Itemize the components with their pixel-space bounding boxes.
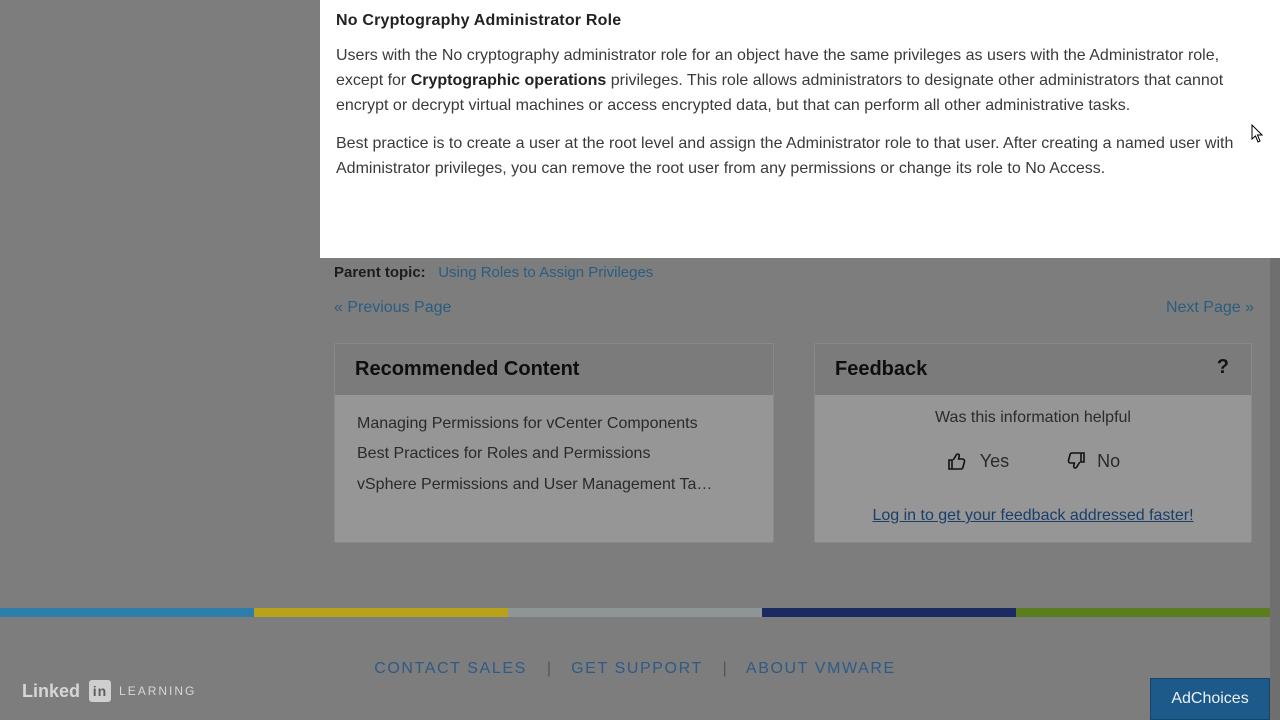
footer-get-support[interactable]: GET SUPPORT <box>571 660 702 677</box>
footer-color-stripe <box>0 608 1270 617</box>
parent-topic-label: Parent topic: <box>334 264 426 281</box>
page-navigation: « Previous Page Next Page » <box>334 297 1254 337</box>
previous-page-link[interactable]: « Previous Page <box>334 299 451 317</box>
recommended-content-card: Recommended Content Managing Permissions… <box>334 343 774 543</box>
help-icon[interactable]: ? <box>1217 356 1229 379</box>
feedback-no-label: No <box>1097 451 1120 472</box>
section-heading: No Cryptography Administrator Role <box>336 12 1256 30</box>
recommended-item[interactable]: Best Practices for Roles and Permissions <box>357 439 751 469</box>
doc-paragraph-1: Users with the No cryptography administr… <box>336 44 1246 118</box>
feedback-title-text: Feedback <box>835 358 927 380</box>
parent-topic-link[interactable]: Using Roles to Assign Privileges <box>438 264 653 281</box>
recommended-content-list: Managing Permissions for vCenter Compone… <box>335 395 773 514</box>
feedback-title: Feedback ? <box>815 344 1251 395</box>
content-column: Parent topic: Using Roles to Assign Priv… <box>334 258 1254 543</box>
feedback-no-button[interactable]: No <box>1063 449 1120 473</box>
thumbs-down-icon <box>1063 449 1087 473</box>
para1-bold: Cryptographic operations <box>411 72 607 89</box>
footer-links: CONTACT SALES | GET SUPPORT | ABOUT VMWA… <box>0 660 1270 678</box>
feedback-yes-button[interactable]: Yes <box>946 449 1009 473</box>
doc-paragraph-2: Best practice is to create a user at the… <box>336 132 1246 182</box>
watermark-learning: LEARNING <box>119 684 196 698</box>
footer-contact-sales[interactable]: CONTACT SALES <box>374 660 527 677</box>
feedback-question: Was this information helpful <box>831 409 1235 427</box>
document-panel: No Cryptography Administrator Role Users… <box>320 0 1280 258</box>
parent-topic: Parent topic: Using Roles to Assign Priv… <box>334 258 1254 281</box>
watermark-in-box: in <box>89 680 111 702</box>
next-page-link[interactable]: Next Page » <box>1166 299 1254 317</box>
footer-about-vmware[interactable]: ABOUT VMWARE <box>746 660 896 677</box>
adchoices-button[interactable]: AdChoices <box>1150 678 1270 720</box>
recommended-content-title: Recommended Content <box>335 344 773 395</box>
feedback-card: Feedback ? Was this information helpful … <box>814 343 1252 543</box>
dimmed-background: Parent topic: Using Roles to Assign Priv… <box>0 258 1270 720</box>
recommended-item[interactable]: vSphere Permissions and User Management … <box>357 470 751 500</box>
feedback-yes-label: Yes <box>980 451 1009 472</box>
thumbs-up-icon <box>946 449 970 473</box>
watermark-linked: Linked <box>22 681 80 702</box>
linkedin-learning-watermark: Linked in LEARNING <box>22 680 196 702</box>
recommended-item[interactable]: Managing Permissions for vCenter Compone… <box>357 409 751 439</box>
feedback-login-link[interactable]: Log in to get your feedback addressed fa… <box>831 507 1235 525</box>
